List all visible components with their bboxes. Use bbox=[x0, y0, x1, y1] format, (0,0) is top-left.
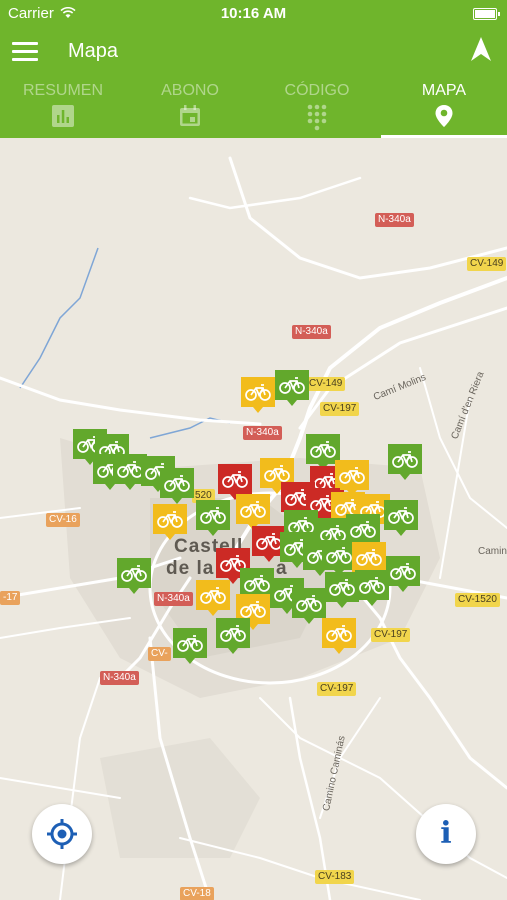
bar-chart-icon bbox=[52, 105, 74, 127]
bike-station-marker-available[interactable] bbox=[388, 444, 422, 480]
status-bar: Carrier 10:16 AM bbox=[0, 0, 507, 28]
road-label-cv16: CV-16 bbox=[46, 513, 80, 527]
bike-station-marker-available[interactable] bbox=[384, 500, 418, 536]
info-icon: i bbox=[440, 816, 452, 851]
calendar-icon bbox=[180, 105, 200, 126]
road-label-cv149: CV-149 bbox=[467, 257, 507, 271]
tab-abono[interactable]: ABONO bbox=[127, 76, 253, 138]
tab-mapa-label: MAPA bbox=[421, 82, 467, 99]
tab-abono-label: ABONO bbox=[161, 82, 219, 99]
bike-station-marker-available[interactable] bbox=[160, 468, 194, 504]
bike-station-marker-available[interactable] bbox=[355, 570, 389, 606]
bike-station-marker-available[interactable] bbox=[196, 500, 230, 536]
bike-station-marker-low[interactable] bbox=[236, 494, 270, 530]
bike-station-marker-available[interactable] bbox=[173, 628, 207, 664]
bike-station-marker-low[interactable] bbox=[335, 460, 369, 496]
keypad-icon bbox=[307, 104, 327, 131]
street-label-camin: Camin bbox=[478, 546, 507, 557]
bike-station-marker-available[interactable] bbox=[322, 540, 356, 576]
tab-codigo[interactable]: CÓDIGO bbox=[254, 76, 380, 138]
crosshair-icon bbox=[47, 819, 77, 849]
tab-resumen-label: RESUMEN bbox=[22, 82, 103, 99]
road-label-n340a: N-340a bbox=[243, 426, 282, 440]
map-view[interactable]: Castell de la a N-340a N-340a N-340a N-3… bbox=[0, 138, 507, 900]
bike-station-marker-available[interactable] bbox=[275, 370, 309, 406]
road-label-n340a: N-340a bbox=[154, 592, 193, 606]
road-label-cv1520: CV-1520 bbox=[455, 593, 500, 607]
bike-station-marker-low[interactable] bbox=[241, 377, 275, 413]
bike-station-marker-low[interactable] bbox=[196, 580, 230, 616]
road-label-cv197: CV-197 bbox=[320, 402, 360, 416]
road-label-n340a: N-340a bbox=[292, 325, 331, 339]
road-label-n340a: N-340a bbox=[100, 671, 139, 685]
road-label-cv17: -17 bbox=[0, 591, 21, 605]
road-label-cv18: CV-18 bbox=[180, 887, 214, 900]
road-label-cv183: CV-183 bbox=[315, 870, 355, 884]
tab-mapa[interactable]: MAPA bbox=[381, 76, 507, 138]
road-label-cv149: CV-149 bbox=[306, 377, 346, 391]
locate-me-button[interactable] bbox=[32, 804, 92, 864]
page-title: Mapa bbox=[68, 40, 119, 62]
road-label-n340a: N-340a bbox=[375, 213, 414, 227]
bike-station-marker-available[interactable] bbox=[117, 558, 151, 594]
town-label-line2: de la bbox=[166, 558, 215, 579]
nav-bar: Mapa bbox=[0, 28, 507, 76]
road-label-cv: CV- bbox=[148, 647, 171, 661]
menu-icon[interactable] bbox=[12, 42, 38, 62]
road-label-cv197: CV-197 bbox=[317, 682, 357, 696]
bike-station-marker-available[interactable] bbox=[386, 556, 420, 592]
bike-station-marker-available[interactable] bbox=[325, 572, 359, 608]
map-pin-icon bbox=[435, 105, 453, 127]
info-button[interactable]: i bbox=[416, 804, 476, 864]
bike-station-marker-available[interactable] bbox=[292, 588, 326, 624]
road-label-cv197: CV-197 bbox=[371, 628, 411, 642]
tab-codigo-label: CÓDIGO bbox=[284, 82, 350, 99]
battery-icon bbox=[473, 8, 500, 20]
bike-station-marker-low[interactable] bbox=[322, 618, 356, 654]
bike-station-marker-low[interactable] bbox=[153, 504, 187, 540]
navigation-arrow-icon[interactable] bbox=[469, 36, 493, 62]
bike-station-marker-available[interactable] bbox=[216, 618, 250, 654]
tab-resumen[interactable]: RESUMEN bbox=[0, 76, 126, 138]
status-time: 10:16 AM bbox=[220, 5, 287, 22]
tab-bar: RESUMEN ABONO CÓDIGO MAPA bbox=[0, 76, 507, 138]
